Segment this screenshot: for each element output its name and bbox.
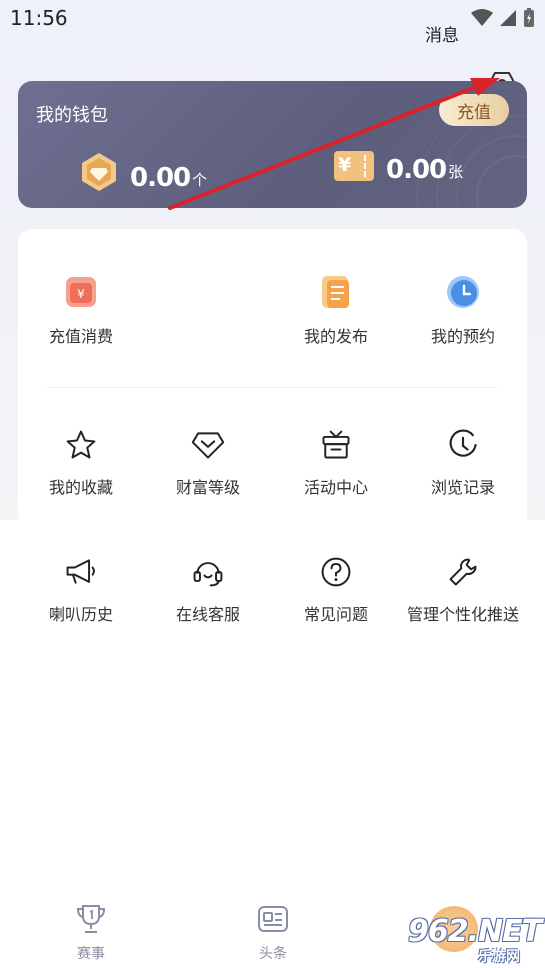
status-icons: [471, 8, 535, 28]
wifi-icon: [471, 9, 493, 26]
ticket-value: 0.00: [386, 155, 447, 185]
ticket-icon: ¥: [334, 151, 374, 181]
menu-item-recharge-record[interactable]: ¥ 充值消费: [17, 273, 145, 347]
menu-item-online-support[interactable]: 在线客服: [144, 555, 272, 625]
menu-label: 活动中心: [303, 478, 368, 497]
menu-divider: [47, 387, 497, 388]
wallet-card[interactable]: 我的钱包 充值 0.00 个 ¥ 0.00 张: [18, 81, 527, 208]
messages-button[interactable]: 消息: [425, 21, 459, 46]
menu-label: 管理个性化推送: [406, 605, 519, 624]
trophy-icon: [76, 905, 106, 933]
site-watermark: 962.NET 乐游网: [408, 906, 543, 965]
headset-icon: [193, 562, 223, 587]
wrench-icon: [449, 558, 477, 586]
menu-label: 我的收藏: [48, 478, 113, 497]
gift-box-icon: [322, 430, 350, 459]
signal-icon: [500, 10, 516, 26]
heart-badge-icon: [191, 432, 225, 459]
battery-icon: [524, 8, 534, 27]
star-icon: [66, 430, 96, 459]
menu-label: 浏览记录: [430, 478, 495, 497]
menu-item-megaphone-history[interactable]: 喇叭历史: [17, 555, 145, 625]
tab-label: 赛事: [77, 946, 105, 962]
history-clock-icon: [449, 429, 477, 457]
coin-unit: 个: [192, 171, 208, 189]
svg-text:¥: ¥: [77, 287, 85, 301]
menu-label: 我的预约: [430, 327, 495, 346]
status-time: 11:56: [10, 6, 68, 30]
question-icon: [321, 557, 351, 587]
recharge-button[interactable]: 充值: [439, 94, 509, 126]
menu-label: 我的发布: [303, 327, 368, 346]
menu-item-favorites[interactable]: 我的收藏: [17, 428, 145, 498]
tab-events[interactable]: 赛事: [51, 903, 131, 963]
wallet-title: 我的钱包: [36, 105, 108, 126]
menu-item-reservations[interactable]: 我的预约: [399, 273, 527, 347]
watermark-subtext: 乐游网: [478, 949, 520, 965]
menu-label: 喇叭历史: [48, 605, 113, 624]
coin-balance[interactable]: 0.00 个: [78, 151, 207, 193]
menu-item-my-posts[interactable]: 我的发布: [272, 273, 400, 347]
menu-label: 充值消费: [48, 327, 113, 346]
tab-label: 头条: [259, 946, 287, 962]
coin-value: 0.00: [130, 163, 191, 193]
ticket-icon-glyph: ¥: [338, 154, 352, 176]
menu-label: 常见问题: [303, 605, 368, 624]
ticket-balance[interactable]: ¥ 0.00 张: [334, 151, 463, 185]
menu-label: 在线客服: [175, 605, 240, 624]
megaphone-icon: [66, 559, 95, 584]
ticket-perforation: [364, 155, 366, 177]
reservation-clock-icon: [447, 276, 479, 308]
diamond-coin-icon: [82, 153, 116, 191]
ticket-unit: 张: [448, 163, 464, 181]
menu-item-wealth-level[interactable]: 财富等级: [144, 428, 272, 498]
news-card-icon: [258, 906, 288, 932]
menu-label: 财富等级: [175, 478, 240, 497]
recharge-record-icon: ¥: [66, 277, 96, 307]
my-posts-icon: [322, 276, 349, 308]
menu-item-browsing-history[interactable]: 浏览记录: [399, 428, 527, 498]
menu-item-push-settings[interactable]: 管理个性化推送: [399, 555, 527, 625]
menu-item-activity-center[interactable]: 活动中心: [272, 428, 400, 498]
watermark-text: 962.NET: [408, 914, 542, 949]
menu-item-faq[interactable]: 常见问题: [272, 555, 400, 625]
tab-headlines[interactable]: 头条: [233, 903, 313, 963]
